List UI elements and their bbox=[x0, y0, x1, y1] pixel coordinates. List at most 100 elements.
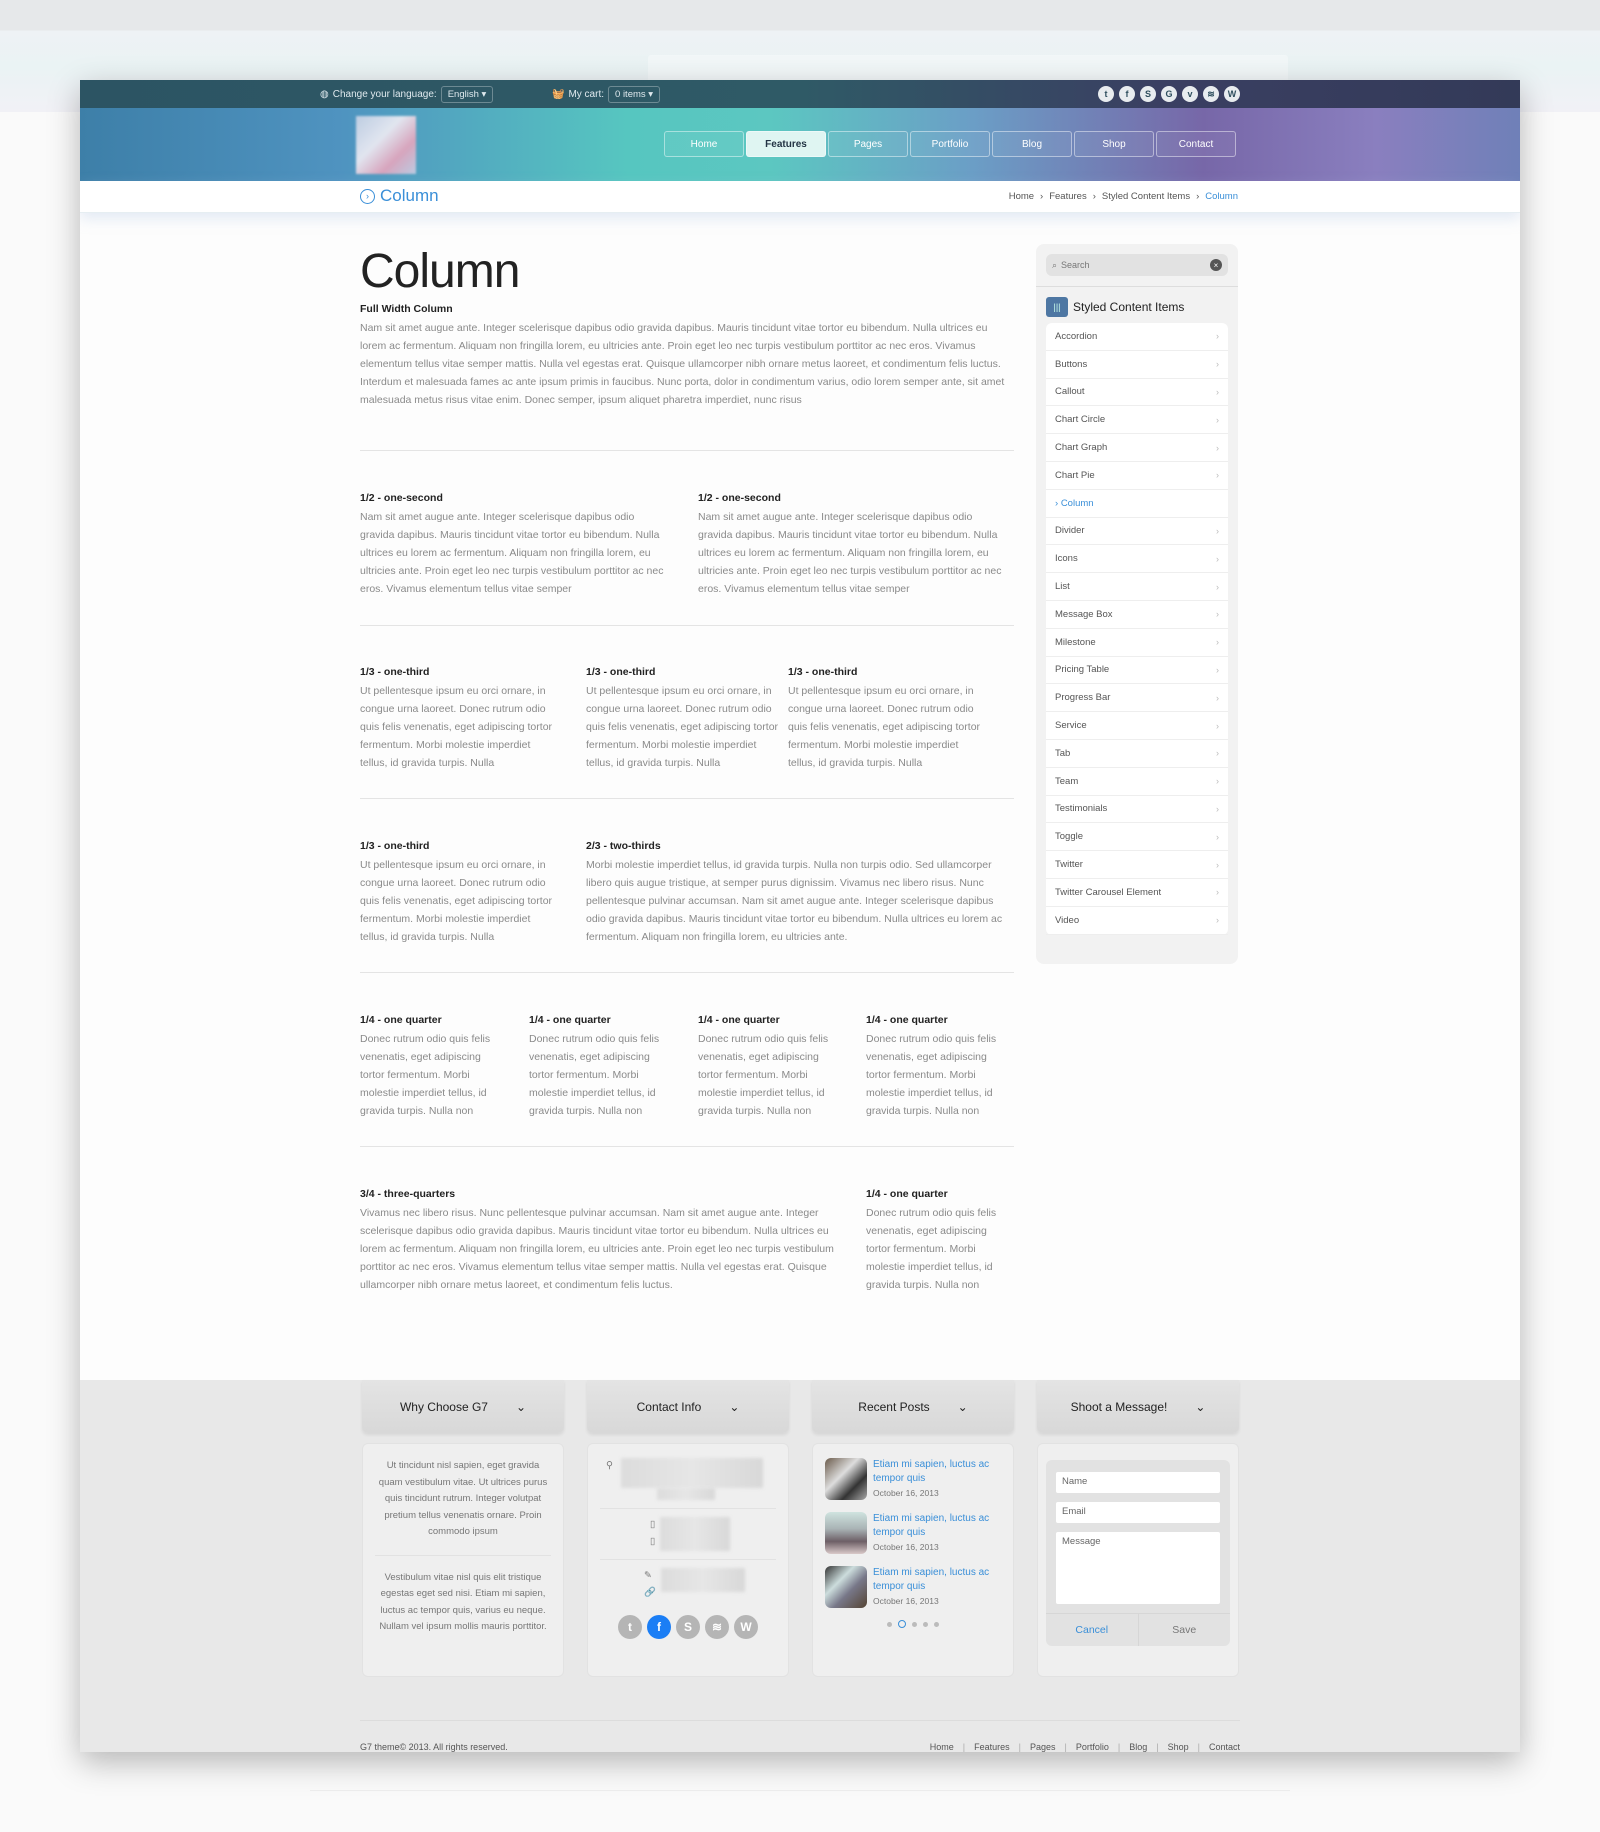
footer-link-home[interactable]: Home bbox=[930, 1742, 954, 1752]
sidebar-item[interactable]: Icons › bbox=[1046, 545, 1228, 574]
sidebar-item[interactable]: Twitter Carousel Element › bbox=[1046, 879, 1228, 907]
breadcrumb-features[interactable]: Features bbox=[1049, 191, 1087, 202]
skype-icon[interactable]: S bbox=[676, 1615, 700, 1639]
sidebar-item[interactable]: Chart Pie › bbox=[1046, 462, 1228, 490]
post-item[interactable]: Etiam mi sapien, luctus ac tempor quis Oc… bbox=[825, 1458, 1001, 1500]
post-thumbnail bbox=[825, 1512, 867, 1554]
name-input[interactable]: Name bbox=[1056, 1472, 1220, 1493]
post-link[interactable]: Etiam mi sapien, luctus ac tempor quis bbox=[873, 1458, 1001, 1486]
nav-portfolio[interactable]: Portfolio bbox=[910, 131, 990, 157]
post-link[interactable]: Etiam mi sapien, luctus ac tempor quis bbox=[873, 1566, 1001, 1594]
vimeo-icon[interactable]: v bbox=[1182, 86, 1198, 102]
footer-link-shop[interactable]: Shop bbox=[1168, 1742, 1189, 1752]
sidebar-item[interactable]: Accordion › bbox=[1046, 323, 1228, 351]
column-heading: 3/4 - three-quarters bbox=[360, 1188, 456, 1200]
message-textarea[interactable]: Message bbox=[1056, 1532, 1220, 1604]
sidebar-item[interactable]: Milestone › bbox=[1046, 629, 1228, 657]
sidebar-item[interactable]: Pricing Table › bbox=[1046, 657, 1228, 685]
search-input[interactable]: ⌕ Search × bbox=[1046, 254, 1228, 276]
twitter-icon[interactable]: t bbox=[618, 1615, 642, 1639]
sidebar-item[interactable]: Testimonials › bbox=[1046, 796, 1228, 824]
sidebar-item[interactable]: Toggle › bbox=[1046, 823, 1228, 852]
email-input[interactable]: Email bbox=[1056, 1502, 1220, 1523]
sidebar-item[interactable]: Chart Graph › bbox=[1046, 434, 1228, 462]
social-links: t f S G v ≋ W bbox=[1098, 86, 1240, 102]
widget-header[interactable]: Contact Info ⌄ bbox=[587, 1380, 789, 1433]
sidebar-item-label: Chart Pie bbox=[1055, 469, 1095, 481]
nav-home[interactable]: Home bbox=[664, 131, 744, 157]
page-dot[interactable] bbox=[934, 1621, 939, 1627]
nav-contact[interactable]: Contact bbox=[1156, 131, 1236, 157]
background-ghost-footer bbox=[310, 1790, 1290, 1791]
sidebar-item[interactable]: Twitter › bbox=[1046, 851, 1228, 879]
page-dot[interactable] bbox=[923, 1621, 928, 1627]
breadcrumb-home[interactable]: Home bbox=[1009, 191, 1034, 202]
wordpress-icon[interactable]: W bbox=[1224, 86, 1240, 102]
nav-shop[interactable]: Shop bbox=[1074, 131, 1154, 157]
post-item[interactable]: Etiam mi sapien, luctus ac tempor quis Oc… bbox=[825, 1566, 1001, 1608]
sidebar-item[interactable]: Divider › bbox=[1046, 518, 1228, 546]
sidebar-item[interactable]: List › bbox=[1046, 573, 1228, 601]
nav-features[interactable]: Features bbox=[746, 131, 826, 157]
rss-icon[interactable]: ≋ bbox=[705, 1615, 729, 1639]
column-heading: 1/4 - one quarter bbox=[529, 1014, 611, 1026]
sidebar-item[interactable]: Team › bbox=[1046, 768, 1228, 796]
sidebar-item[interactable]: Callout › bbox=[1046, 379, 1228, 407]
cart-select[interactable]: 0 items ▾ bbox=[608, 85, 661, 103]
sidebar-item[interactable]: Tab › bbox=[1046, 740, 1228, 768]
logo[interactable] bbox=[356, 116, 416, 174]
nav-pages[interactable]: Pages bbox=[828, 131, 908, 157]
sidebar-item[interactable]: Progress Bar › bbox=[1046, 684, 1228, 713]
cart-label: My cart: bbox=[568, 88, 605, 100]
sidebar-item[interactable]: Service › bbox=[1046, 712, 1228, 740]
phone-icon: ▯ ▯ bbox=[650, 1519, 656, 1547]
cart[interactable]: 🧺 My cart: 0 items ▾ bbox=[552, 80, 661, 108]
wordpress-icon[interactable]: W bbox=[734, 1615, 758, 1639]
footer-links: Home | Features | Pages | Portfolio | Blog | … bbox=[929, 1742, 1240, 1752]
google-icon[interactable]: G bbox=[1161, 86, 1177, 102]
save-button[interactable]: Save bbox=[1139, 1614, 1231, 1646]
footer-link-portfolio[interactable]: Portfolio bbox=[1076, 1742, 1109, 1752]
column-heading: 1/3 - one-third bbox=[360, 840, 430, 852]
chevron-right-icon: › bbox=[1216, 414, 1219, 425]
divider bbox=[360, 625, 1014, 626]
footer-link-pages[interactable]: Pages bbox=[1030, 1742, 1056, 1752]
widget-header[interactable]: Shoot a Message! ⌄ bbox=[1037, 1380, 1239, 1433]
facebook-icon[interactable]: f bbox=[1119, 86, 1135, 102]
language-select[interactable]: English ▾ bbox=[440, 85, 494, 103]
widget-header[interactable]: Why Choose G7 ⌄ bbox=[362, 1380, 564, 1433]
nav-blog[interactable]: Blog bbox=[992, 131, 1072, 157]
sidebar: ⌕ Search × ||| Styled Content Items Accor… bbox=[1036, 244, 1238, 964]
location-pin-icon: ⚲ bbox=[606, 1460, 613, 1471]
sidebar-item-label: Toggle bbox=[1055, 831, 1083, 843]
footer-link-contact[interactable]: Contact bbox=[1209, 1742, 1240, 1752]
clear-search-icon[interactable]: × bbox=[1210, 259, 1222, 271]
twitter-icon[interactable]: t bbox=[1098, 86, 1114, 102]
post-date: October 16, 2013 bbox=[873, 1596, 939, 1606]
post-link[interactable]: Etiam mi sapien, luctus ac tempor quis bbox=[873, 1512, 1001, 1540]
post-item[interactable]: Etiam mi sapien, luctus ac tempor quis Oc… bbox=[825, 1512, 1001, 1554]
sidebar-item[interactable]: Buttons › bbox=[1046, 351, 1228, 379]
chevron-right-icon: › bbox=[1216, 859, 1219, 870]
chevron-down-icon: ⌄ bbox=[1195, 1399, 1206, 1414]
header: Home Features Pages Portfolio Blog Shop … bbox=[80, 108, 1520, 181]
sidebar-item[interactable]: Message Box › bbox=[1046, 601, 1228, 629]
widget-header[interactable]: Recent Posts ⌄ bbox=[812, 1380, 1014, 1433]
column-text: Ut pellentesque ipsum eu orci ornare, in… bbox=[360, 859, 553, 943]
sidebar-item[interactable]: Chart Circle › bbox=[1046, 406, 1228, 435]
skype-icon[interactable]: S bbox=[1140, 86, 1156, 102]
page-dot[interactable] bbox=[887, 1621, 892, 1627]
footer-link-blog[interactable]: Blog bbox=[1129, 1742, 1147, 1752]
language-switcher[interactable]: ◍ Change your language: English ▾ bbox=[320, 80, 494, 108]
facebook-icon[interactable]: f bbox=[647, 1615, 671, 1639]
chevron-right-icon: › bbox=[1216, 887, 1219, 898]
page-dot-active[interactable] bbox=[898, 1620, 906, 1628]
rss-icon[interactable]: ≋ bbox=[1203, 86, 1219, 102]
cancel-button[interactable]: Cancel bbox=[1046, 1614, 1139, 1646]
sidebar-item[interactable]: › Column bbox=[1046, 490, 1228, 518]
footer-link-features[interactable]: Features bbox=[974, 1742, 1010, 1752]
breadcrumb-styled-content[interactable]: Styled Content Items bbox=[1102, 191, 1190, 202]
page-dot[interactable] bbox=[912, 1621, 917, 1627]
divider bbox=[360, 450, 1014, 451]
sidebar-item[interactable]: Video › bbox=[1046, 907, 1228, 935]
